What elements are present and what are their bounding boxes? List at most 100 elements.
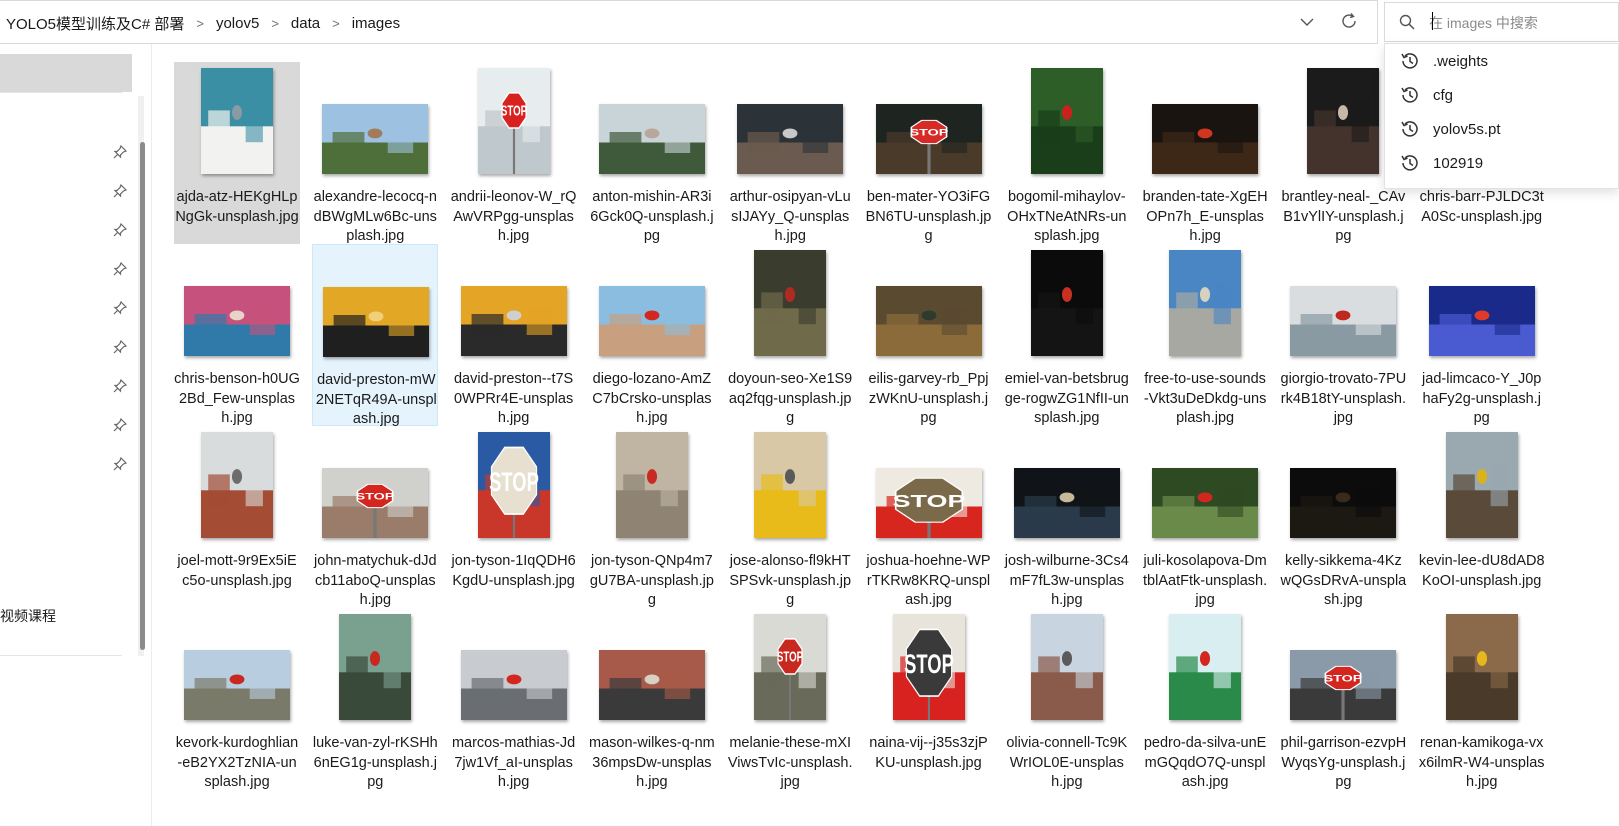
file-item[interactable]: olivia-connell-Tc9KWrIOL0E-unsplash.jpg xyxy=(1004,608,1130,790)
file-name: emiel-van-betsbrugge-rogwZG1NfII-unsplas… xyxy=(1004,371,1129,426)
file-item[interactable]: chris-benson-h0UG2Bd_Few-unsplash.jpg xyxy=(174,244,300,426)
file-name: pedro-da-silva-unEmGQqdO7Q-unsplash.jpg xyxy=(1143,735,1267,790)
file-item[interactable]: renan-kamikoga-vxx6ilmR-W4-unsplash.jpg xyxy=(1419,608,1545,790)
history-icon xyxy=(1397,48,1423,74)
file-item[interactable]: doyoun-seo-Xe1S9aq2fqg-unsplash.jpg xyxy=(727,244,853,426)
suggestion-label: cfg xyxy=(1433,86,1454,104)
file-item[interactable]: juli-kosolapova-DmtblAatFtk-unsplash.jpg xyxy=(1142,426,1268,608)
file-item[interactable]: mason-wilkes-q-nm36mpsDw-unsplash.jpg xyxy=(589,608,715,790)
breadcrumb-item-data[interactable]: data xyxy=(289,15,322,32)
refresh-button[interactable] xyxy=(1336,10,1362,36)
file-name: joel-mott-9r9Ex5iEc5o-unsplash.jpg xyxy=(177,553,297,589)
file-item[interactable]: luke-van-zyl-rKSHh6nEG1g-unsplash.jpg xyxy=(312,608,438,790)
file-name: alexandre-lecocq-ndBWgMLw6Bc-unsplash.jp… xyxy=(313,189,437,244)
file-item[interactable]: STOP andrii-leonov-W_rQAwVRPgg-unsplash.j… xyxy=(451,62,577,244)
file-name: brantley-neal-_CAvB1vYlIY-unsplash.jpg xyxy=(1281,189,1406,244)
file-item[interactable]: david-preston--t7S0WPRr4E-unsplash.jpg xyxy=(451,244,577,426)
breadcrumb-item-images[interactable]: images xyxy=(350,15,402,32)
file-item[interactable]: alexandre-lecocq-ndBWgMLw6Bc-unsplash.jp… xyxy=(312,62,438,244)
file-item[interactable]: branden-tate-XgEHOPn7h_E-unsplash.jpg xyxy=(1142,62,1268,244)
file-item[interactable]: pedro-da-silva-unEmGQqdO7Q-unsplash.jpg xyxy=(1142,608,1268,790)
file-item[interactable]: david-preston-mW2NETqR49A-unsplash.jpg xyxy=(312,244,439,427)
nav-item-selected[interactable] xyxy=(0,54,132,92)
chevron-right-icon[interactable]: > xyxy=(271,16,279,31)
file-thumbnail xyxy=(598,650,705,720)
file-name: mason-wilkes-q-nm36mpsDw-unsplash.jpg xyxy=(589,735,715,790)
file-thumbnail xyxy=(1169,614,1242,720)
pin-icon[interactable] xyxy=(112,456,128,472)
file-name: kelly-sikkema-4KzwQGsDRvA-unsplash.jpg xyxy=(1280,553,1407,608)
pin-icon[interactable] xyxy=(112,300,128,316)
history-dropdown-button[interactable] xyxy=(1294,10,1320,36)
file-name: doyoun-seo-Xe1S9aq2fqg-unsplash.jpg xyxy=(728,371,853,426)
chevron-down-icon xyxy=(1300,14,1314,32)
breadcrumb-item-yolov5[interactable]: yolov5 xyxy=(214,15,261,32)
pin-icon[interactable] xyxy=(112,144,128,160)
file-name: jad-limcaco-Y_J0phaFy2g-unsplash.jpg xyxy=(1422,371,1542,426)
file-item[interactable]: arthur-osipyan-vLusIJAYy_Q-unsplash.jpg xyxy=(727,62,853,244)
chevron-right-icon[interactable]: > xyxy=(196,16,204,31)
file-item[interactable]: ajda-atz-HEKgHLpNgGk-unsplash.jpg xyxy=(174,62,300,244)
pin-icon[interactable] xyxy=(112,378,128,394)
pin-icon[interactable] xyxy=(112,222,128,238)
file-item[interactable]: STOP joshua-hoehne-WPrTKRw8KRQ-unsplash.j… xyxy=(866,426,992,608)
file-thumbnail xyxy=(1030,614,1103,720)
pin-icon[interactable] xyxy=(112,261,128,277)
file-item[interactable]: STOP john-matychuk-dJdcb11aboQ-unsplash.j… xyxy=(312,426,438,608)
search-box[interactable] xyxy=(1384,2,1619,42)
pin-icon[interactable] xyxy=(112,417,128,433)
file-item[interactable]: marcos-mathias-Jd7jw1Vf_aI-unsplash.jpg xyxy=(451,608,577,790)
file-item[interactable]: jon-tyson-QNp4m7gU7BA-unsplash.jpg xyxy=(589,426,715,608)
file-name: kevin-lee-dU8dAD8KoOI-unsplash.jpg xyxy=(1418,553,1545,589)
file-thumbnail xyxy=(754,250,827,356)
file-item[interactable]: STOP ben-mater-YO3iFGBN6TU-unsplash.jpg xyxy=(866,62,992,244)
file-thumbnail xyxy=(1169,250,1242,356)
file-thumbnail xyxy=(323,287,430,357)
address-bar[interactable]: YOLO5模型训练及C# 部署 > yolov5 > data > images xyxy=(0,0,1378,44)
file-item[interactable]: STOP melanie-these-mXIViwsTvIc-unsplash.j… xyxy=(727,608,853,790)
suggestion-item[interactable]: 102919 xyxy=(1385,146,1618,180)
file-item[interactable]: STOP naina-vij--j35s3zjPKU-unsplash.jpg xyxy=(866,608,992,790)
file-name: david-preston-mW2NETqR49A-unsplash.jpg xyxy=(315,372,437,427)
file-item[interactable]: STOP jon-tyson-1IqQDH6KgdU-unsplash.jpg xyxy=(451,426,577,608)
file-name: free-to-use-sounds-Vkt3uDeDkdg-unsplash.… xyxy=(1143,371,1267,426)
chevron-right-icon[interactable]: > xyxy=(332,16,340,31)
breadcrumb-item-root[interactable]: YOLO5模型训练及C# 部署 xyxy=(4,13,186,34)
search-icon xyxy=(1399,14,1415,35)
file-item[interactable]: bogomil-mihaylov-OHxTNeAtNRs-unsplash.jp… xyxy=(1004,62,1130,244)
pin-icon[interactable] xyxy=(112,183,128,199)
file-item[interactable]: kelly-sikkema-4KzwQGsDRvA-unsplash.jpg xyxy=(1280,426,1406,608)
svg-text:STOP: STOP xyxy=(904,648,954,678)
svg-text:STOP: STOP xyxy=(489,466,539,496)
file-item[interactable]: STOP phil-garrison-ezvpHWyqsYg-unsplash.j… xyxy=(1280,608,1406,790)
file-name: anton-mishin-AR3i6Gck0Q-unsplash.jpg xyxy=(590,189,714,244)
file-item[interactable]: anton-mishin-AR3i6Gck0Q-unsplash.jpg xyxy=(589,62,715,244)
suggestion-item[interactable]: yolov5s.pt xyxy=(1385,112,1618,146)
nav-item-label[interactable]: 视频课程 xyxy=(0,606,56,626)
file-item[interactable]: jose-alonso-fl9kHTSPSvk-unsplash.jpg xyxy=(727,426,853,608)
file-item[interactable]: diego-lozano-AmZC7bCrsko-unsplash.jpg xyxy=(589,244,715,426)
nav-scrollbar-thumb[interactable] xyxy=(140,142,145,650)
file-item[interactable]: free-to-use-sounds-Vkt3uDeDkdg-unsplash.… xyxy=(1142,244,1268,426)
pin-icon[interactable] xyxy=(112,339,128,355)
suggestion-item[interactable]: .weights xyxy=(1385,44,1618,78)
file-item[interactable]: jad-limcaco-Y_J0phaFy2g-unsplash.jpg xyxy=(1419,244,1545,426)
file-name: luke-van-zyl-rKSHh6nEG1g-unsplash.jpg xyxy=(312,735,438,790)
file-name: renan-kamikoga-vxx6ilmR-W4-unsplash.jpg xyxy=(1418,735,1545,790)
file-thumbnail xyxy=(339,614,412,720)
file-item[interactable]: kevin-lee-dU8dAD8KoOI-unsplash.jpg xyxy=(1419,426,1545,608)
suggestion-item[interactable]: cfg xyxy=(1385,78,1618,112)
file-item[interactable]: emiel-van-betsbrugge-rogwZG1NfII-unsplas… xyxy=(1004,244,1130,426)
suggestion-label: 102919 xyxy=(1433,154,1484,172)
file-thumbnail xyxy=(615,432,688,538)
file-item[interactable]: kevork-kurdoghlian-eB2YX2TzNIA-unsplash.… xyxy=(174,608,300,790)
file-name: jon-tyson-QNp4m7gU7BA-unsplash.jpg xyxy=(589,553,714,608)
file-item[interactable]: josh-wilburne-3Cs4mF7fL3w-unsplash.jpg xyxy=(1004,426,1130,608)
file-item[interactable]: eilis-garvey-rb_PpjzWKnU-unsplash.jpg xyxy=(866,244,992,426)
nav-divider xyxy=(0,655,122,656)
search-input[interactable] xyxy=(1429,12,1609,34)
file-item[interactable]: giorgio-trovato-7PUrk4B18tY-unsplash.jpg xyxy=(1280,244,1406,426)
file-name: josh-wilburne-3Cs4mF7fL3w-unsplash.jpg xyxy=(1004,553,1129,608)
file-name: olivia-connell-Tc9KWrIOL0E-unsplash.jpg xyxy=(1006,735,1128,790)
file-item[interactable]: joel-mott-9r9Ex5iEc5o-unsplash.jpg xyxy=(174,426,300,608)
